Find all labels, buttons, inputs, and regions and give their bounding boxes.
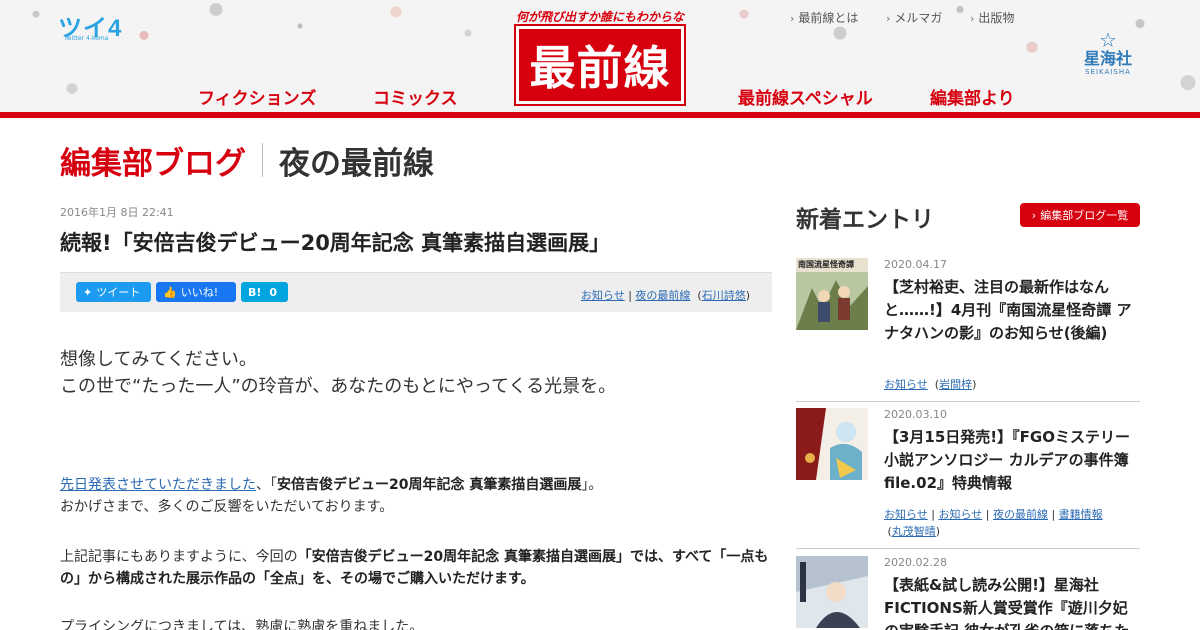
blog-subtitle: 夜の最前線 <box>279 145 434 182</box>
category-link[interactable]: お知らせ <box>581 289 625 302</box>
entry-title[interactable]: 【3月15日発売!】『FGOミステリー小説アンソロジー カルデアの事件簿 fil… <box>884 426 1140 495</box>
header-red-bar <box>0 112 1200 118</box>
nav-comics[interactable]: コミックス <box>373 84 458 109</box>
tag-link[interactable]: 書籍情報 <box>1059 508 1103 521</box>
category-link[interactable]: 夜の最前線 <box>635 289 690 302</box>
author-link[interactable]: 丸茂智晴 <box>892 525 936 538</box>
chevron-right-icon: › <box>970 12 975 25</box>
entry-thumbnail[interactable]: 南国流星怪奇譚 <box>796 258 868 330</box>
facebook-like-button[interactable]: 👍 いいね! <box>156 282 236 302</box>
chevron-right-icon: › <box>790 12 795 25</box>
twitter-bird-icon: ✦ <box>83 285 93 299</box>
article-paragraph: 上記記事にもありますように、今回の「安倍吉俊デビュー20周年記念 真筆素描自選画… <box>60 549 769 587</box>
entry-tags: お知らせ | お知らせ | 夜の最前線 | 書籍情報 (丸茂智晴) <box>884 508 1103 538</box>
page-title: 編集部ブログ 夜の最前線 <box>60 142 434 182</box>
nav-top-mailmag[interactable]: › メルマガ <box>886 9 942 26</box>
seikaisha-logo[interactable]: ☆ 星海社 SEIKAISHA <box>1076 30 1140 76</box>
entry-date: 2020.04.17 <box>884 258 947 271</box>
blog-list-button[interactable]: › 編集部ブログ一覧 <box>1020 203 1140 227</box>
thumbs-up-icon: 👍 <box>163 285 177 299</box>
article-paragraph: 先日発表させていただきました、「安倍吉俊デビュー20周年記念 真筆素描自選画展」… <box>60 477 603 515</box>
tag-link[interactable]: お知らせ <box>938 508 982 521</box>
entry-title[interactable]: 【表紙&試し読み公開!】星海社FICTIONS新人賞受賞作『遊川夕妃の実験手記 … <box>884 574 1140 630</box>
blog-title: 編集部ブログ <box>60 145 246 182</box>
entry-divider <box>796 401 1140 402</box>
entry-divider <box>796 548 1140 549</box>
article-meta: お知らせ | 夜の最前線 (石川詩悠) <box>580 289 750 302</box>
entry-thumbnail[interactable] <box>796 556 868 628</box>
entry-date: 2020.02.28 <box>884 556 947 569</box>
entry-thumbnail[interactable] <box>796 408 868 480</box>
logo-box: 最前線 <box>514 24 686 106</box>
tag-link[interactable]: お知らせ <box>884 378 928 391</box>
nav-top-publications[interactable]: › 出版物 <box>970 9 1014 26</box>
nav-editorial[interactable]: 編集部より <box>930 84 1015 109</box>
chevron-right-icon: › <box>886 12 891 25</box>
logo-text: 最前線 <box>529 41 671 95</box>
entry-tags: お知らせ (岩間梓) <box>884 378 977 391</box>
entry-date: 2020.03.10 <box>884 408 947 421</box>
star-icon: ☆ <box>1099 28 1117 52</box>
previous-article-link[interactable]: 先日発表させていただきました <box>60 477 256 493</box>
title-divider <box>262 143 263 177</box>
twi4-logo-sub: Twitter 4-koma <box>64 35 109 42</box>
saizensen-logo[interactable]: 何が飛び出すか誰にもわからない! 最前線 <box>510 8 690 108</box>
sidebar-entry[interactable]: 2020.02.28 【表紙&試し読み公開!】星海社FICTIONS新人賞受賞作… <box>796 556 1140 630</box>
tag-link[interactable]: 夜の最前線 <box>993 508 1048 521</box>
tag-link[interactable]: お知らせ <box>884 508 928 521</box>
author-link[interactable]: 岩間梓 <box>939 378 972 391</box>
sidebar-heading: 新着エントリ <box>796 207 934 233</box>
tweet-button[interactable]: ✦ ツイート <box>76 282 151 302</box>
nav-fictions[interactable]: フィクションズ <box>198 84 316 109</box>
chevron-right-icon: › <box>1031 208 1037 222</box>
article-date: 2016年1月 8日 22:41 <box>60 206 174 219</box>
article-lead: 想像してみてください。 この世で“たった一人”の玲音が、あなたのもとにやってくる… <box>60 349 617 397</box>
nav-top-about[interactable]: › 最前線とは <box>790 9 858 26</box>
article-paragraph: プライシングにつきましては、熟慮に熟慮を重ねました。 <box>60 619 424 630</box>
hatena-bookmark-button[interactable]: B! 0 <box>241 282 288 302</box>
share-bar: ✦ ツイート 👍 いいね! B! 0 お知らせ | 夜の最前線 (石川詩悠) <box>60 272 772 312</box>
entry-title[interactable]: 【芝村裕吏、注目の最新作はなんと……!】4月刊『南国流星怪奇譚 アナタハンの影』… <box>884 276 1140 345</box>
nav-special[interactable]: 最前線スペシャル <box>738 84 873 109</box>
article-title: 続報!「安倍吉俊デビュー20周年記念 真筆素描自選画展」 <box>60 231 611 255</box>
author-link[interactable]: 石川詩悠 <box>702 289 746 302</box>
site-header: ツイ4 Twitter 4-koma フィクションズ コミックス 最前線スペシャ… <box>0 0 1200 118</box>
